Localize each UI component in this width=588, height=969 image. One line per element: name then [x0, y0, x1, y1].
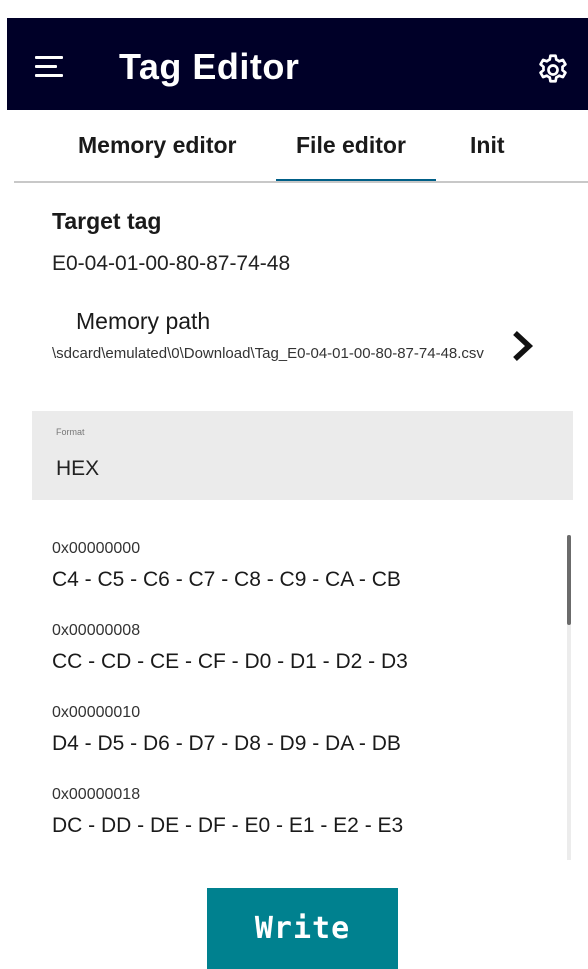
tab-init[interactable]: Init — [470, 132, 505, 159]
hex-bytes: DC - DD - DE - DF - E0 - E1 - E2 - E3 — [52, 814, 404, 837]
hamburger-menu-icon[interactable] — [35, 56, 65, 77]
hex-address: 0x00000018 — [52, 786, 141, 803]
target-tag-value: E0-04-01-00-80-87-74-48 — [52, 252, 291, 275]
tab-bar: Memory editor File editor Init — [14, 118, 588, 182]
gear-icon[interactable] — [535, 52, 571, 88]
write-button[interactable]: Write — [207, 888, 398, 969]
hex-bytes: C4 - C5 - C6 - C7 - C8 - C9 - CA - CB — [52, 568, 401, 591]
format-value: HEX — [56, 457, 100, 480]
app-title: Tag Editor — [119, 46, 300, 87]
hex-row: 0x00000018 DC - DD - DE - DF - E0 - E1 -… — [52, 786, 403, 838]
hex-bytes: CC - CD - CE - CF - D0 - D1 - D2 - D3 — [52, 650, 408, 673]
hex-row: 0x00000008 CC - CD - CE - CF - D0 - D1 -… — [52, 622, 408, 674]
memory-path-row[interactable]: Memory path \sdcard\emulated\0\Download\… — [52, 300, 552, 400]
tab-bar-divider — [14, 181, 588, 183]
tab-memory-editor[interactable]: Memory editor — [78, 132, 236, 159]
app-bar: Tag Editor — [7, 18, 588, 110]
scrollbar-thumb[interactable] — [567, 535, 571, 625]
hex-address: 0x00000010 — [52, 704, 141, 721]
hex-address: 0x00000000 — [52, 540, 141, 557]
chevron-right-icon[interactable] — [508, 328, 536, 364]
hex-row: 0x00000000 C4 - C5 - C6 - C7 - C8 - C9 -… — [52, 540, 401, 592]
format-select[interactable]: Format HEX — [32, 411, 573, 500]
hex-list: 0x00000000 C4 - C5 - C6 - C7 - C8 - C9 -… — [52, 530, 562, 860]
target-tag-label: Target tag — [52, 208, 162, 234]
hex-bytes: D4 - D5 - D6 - D7 - D8 - D9 - DA - DB — [52, 732, 401, 755]
hex-row: 0x00000010 D4 - D5 - D6 - D7 - D8 - D9 -… — [52, 704, 401, 756]
hex-address: 0x00000008 — [52, 622, 141, 639]
format-label: Format — [56, 427, 85, 437]
memory-path-value: \sdcard\emulated\0\Download\Tag_E0-04-01… — [52, 345, 484, 362]
memory-path-label: Memory path — [76, 308, 211, 334]
tab-file-editor[interactable]: File editor — [296, 132, 406, 159]
status-strip — [0, 0, 588, 7]
